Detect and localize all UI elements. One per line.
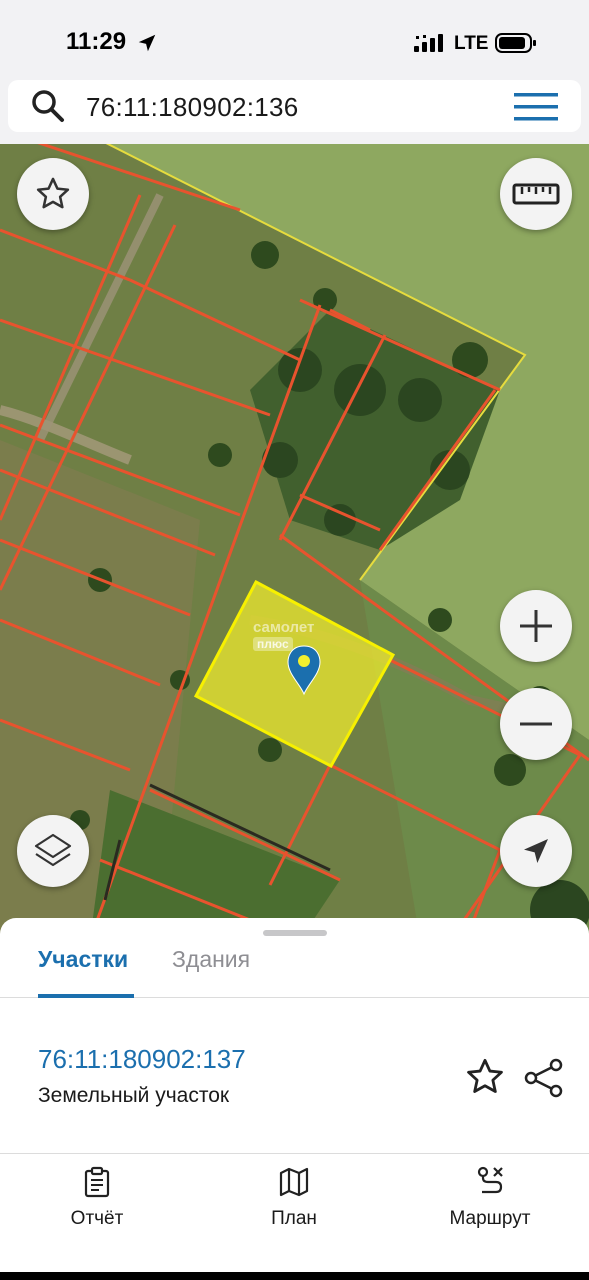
- search-bar[interactable]: 76:11:180902:136: [8, 80, 581, 132]
- layers-button[interactable]: [17, 815, 89, 887]
- hamburger-menu-icon[interactable]: [514, 90, 558, 124]
- search-input[interactable]: 76:11:180902:136: [86, 92, 299, 123]
- home-indicator: [0, 1272, 589, 1280]
- watermark-main: самолет: [253, 619, 315, 636]
- ruler-icon: [512, 183, 560, 205]
- zoom-out-button[interactable]: [500, 688, 572, 760]
- nav-report[interactable]: Отчёт: [22, 1166, 172, 1230]
- star-icon[interactable]: [464, 1056, 506, 1098]
- navigation-arrow-icon: [524, 839, 548, 863]
- search-icon[interactable]: [30, 88, 66, 124]
- location-arrow-icon: [138, 34, 156, 52]
- parcel-number[interactable]: 76:11:180902:137: [38, 1044, 246, 1075]
- my-location-button[interactable]: [500, 815, 572, 887]
- battery-icon: [495, 33, 536, 53]
- share-icon[interactable]: [522, 1056, 566, 1100]
- tab-buildings[interactable]: Здания: [172, 946, 250, 973]
- status-time: 11:29: [66, 28, 127, 55]
- sheet-drag-handle[interactable]: [263, 930, 327, 936]
- layers-icon: [34, 833, 72, 867]
- list-item[interactable]: 76:11:180902:137 Земельный участок: [0, 998, 589, 1154]
- plus-icon: [520, 610, 552, 642]
- signal-icon: [414, 34, 443, 52]
- zoom-in-button[interactable]: [500, 590, 572, 662]
- map-plan-icon: [279, 1167, 309, 1197]
- tab-parcels[interactable]: Участки: [38, 946, 128, 973]
- report-clipboard-icon: [84, 1166, 110, 1198]
- nav-plan-label: План: [271, 1208, 317, 1229]
- ruler-button[interactable]: [500, 158, 572, 230]
- network-type: LTE: [454, 33, 489, 54]
- nav-report-label: Отчёт: [70, 1208, 124, 1229]
- route-icon: [477, 1166, 503, 1194]
- minus-icon: [520, 722, 552, 726]
- favorite-button[interactable]: [17, 158, 89, 230]
- watermark: самолет плюс: [253, 620, 314, 652]
- tab-bar: Участки Здания: [0, 938, 589, 998]
- nav-plan[interactable]: План: [219, 1166, 369, 1230]
- map-view[interactable]: самолет плюс: [0, 140, 589, 940]
- watermark-sub: плюс: [253, 637, 293, 651]
- satellite-map[interactable]: [0, 140, 589, 940]
- nav-route-label: Маршрут: [449, 1208, 531, 1229]
- nav-route[interactable]: Маршрут: [415, 1166, 565, 1230]
- bottom-navigation: Отчёт План Маршрут: [0, 1152, 589, 1280]
- parcel-type: Земельный участок: [38, 1084, 230, 1107]
- star-icon: [36, 177, 70, 209]
